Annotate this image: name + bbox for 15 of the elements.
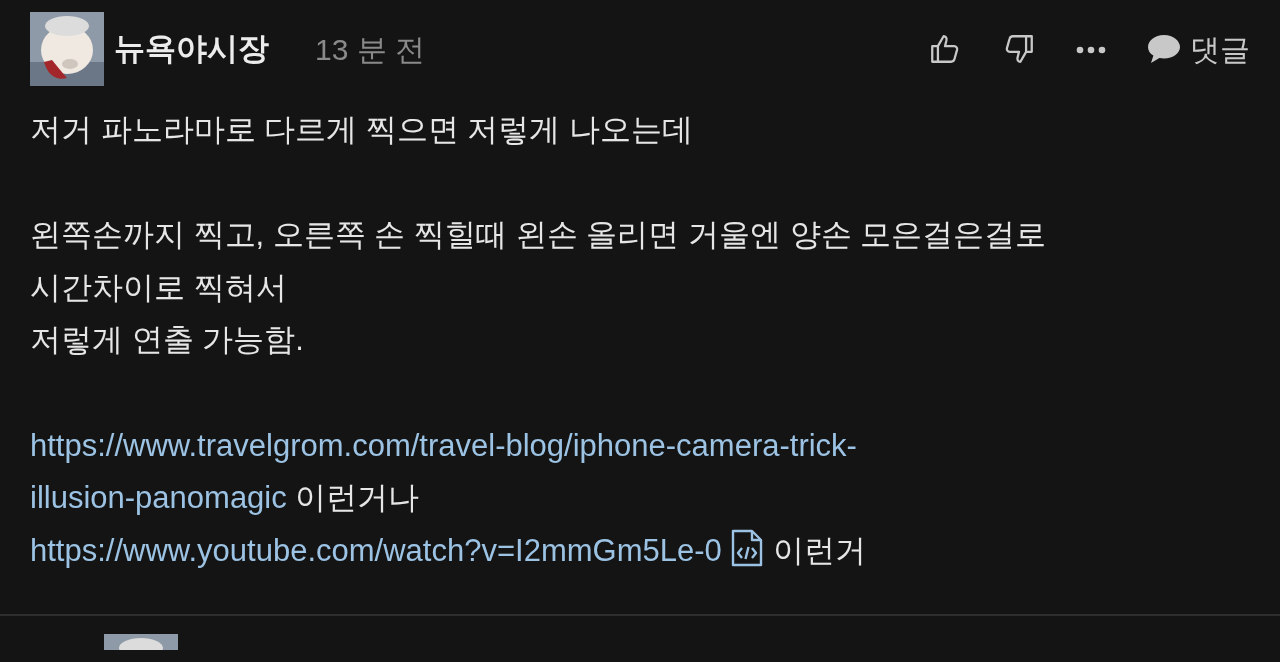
comment-text: 시간차이로 찍혀서 — [30, 269, 287, 305]
timestamp: 13 분 전 — [315, 31, 426, 68]
comment-text: 저거 파노라마로 다르게 찍으면 저렇게 나오는데 — [30, 112, 694, 147]
link[interactable]: https://www.travelgrom.com/travel-blog/iphone-camera-trick- — [30, 427, 857, 463]
comment-text: 이런거나 — [295, 480, 420, 516]
code-file-icon[interactable] — [730, 528, 765, 567]
link[interactable]: https://www.youtube.com/watch?v=I2mmGm5Le-0 — [30, 532, 722, 568]
link[interactable]: illusion-panomagic — [30, 480, 287, 516]
comment-text: 왼쪽손까지 찍고, 오른쪽 손 찍힐때 왼손 올리면 거울엔 양손 모은걸은걸로 — [30, 217, 1047, 253]
speech-bubble-icon — [1146, 33, 1182, 65]
author-name[interactable]: 뉴욕야시장 — [114, 25, 269, 73]
comment-text: 이런거 — [773, 532, 866, 568]
more-icon — [1076, 45, 1106, 54]
reply-button[interactable]: 댓글 — [1146, 26, 1250, 72]
comment-text: 저렇게 연출 가능함. — [30, 322, 304, 358]
